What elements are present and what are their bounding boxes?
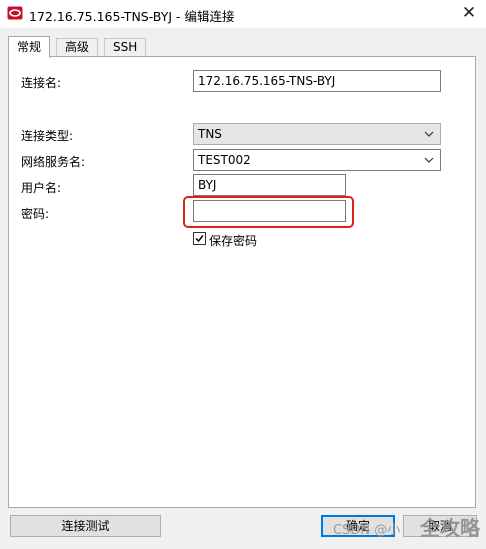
close-icon: ✕ bbox=[461, 3, 477, 23]
username-input[interactable]: BYJ bbox=[193, 174, 346, 196]
oracle-app-icon bbox=[7, 6, 23, 20]
net-service-name-label: 网络服务名: bbox=[21, 155, 86, 169]
tab-ssh[interactable]: SSH bbox=[104, 38, 147, 56]
chevron-down-icon bbox=[424, 157, 434, 163]
connection-type-value: TNS bbox=[198, 127, 222, 141]
net-service-name-value: TEST002 bbox=[198, 153, 251, 167]
tab-general[interactable]: 常规 bbox=[8, 36, 51, 58]
checkmark-icon bbox=[195, 235, 204, 243]
connection-type-label: 连接类型: bbox=[21, 129, 74, 143]
net-service-name-select[interactable]: TEST002 bbox=[193, 149, 441, 171]
password-highlight-box bbox=[183, 196, 354, 228]
tab-strip: 常规 高级 SSH bbox=[0, 28, 486, 58]
chevron-down-icon bbox=[424, 131, 434, 137]
csdn-watermark: CSDN @小 bbox=[333, 523, 401, 538]
logo-watermark: 全攻略 bbox=[420, 516, 480, 540]
connection-type-select[interactable]: TNS bbox=[193, 123, 441, 145]
save-password-label: 保存密码 bbox=[209, 234, 258, 248]
window-title: 172.16.75.165-TNS-BYJ - 编辑连接 bbox=[29, 9, 235, 24]
username-label: 用户名: bbox=[21, 181, 62, 195]
close-button[interactable]: ✕ bbox=[454, 1, 484, 27]
save-password-checkbox[interactable] bbox=[193, 232, 206, 245]
password-label: 密码: bbox=[21, 207, 50, 221]
tab-advanced[interactable]: 高级 bbox=[56, 38, 99, 56]
connection-name-input[interactable]: 172.16.75.165-TNS-BYJ bbox=[193, 70, 441, 92]
test-connection-button[interactable]: 连接测试 bbox=[10, 515, 161, 537]
title-bar: 172.16.75.165-TNS-BYJ - 编辑连接 ✕ bbox=[0, 0, 486, 28]
connection-name-label: 连接名: bbox=[21, 76, 62, 90]
